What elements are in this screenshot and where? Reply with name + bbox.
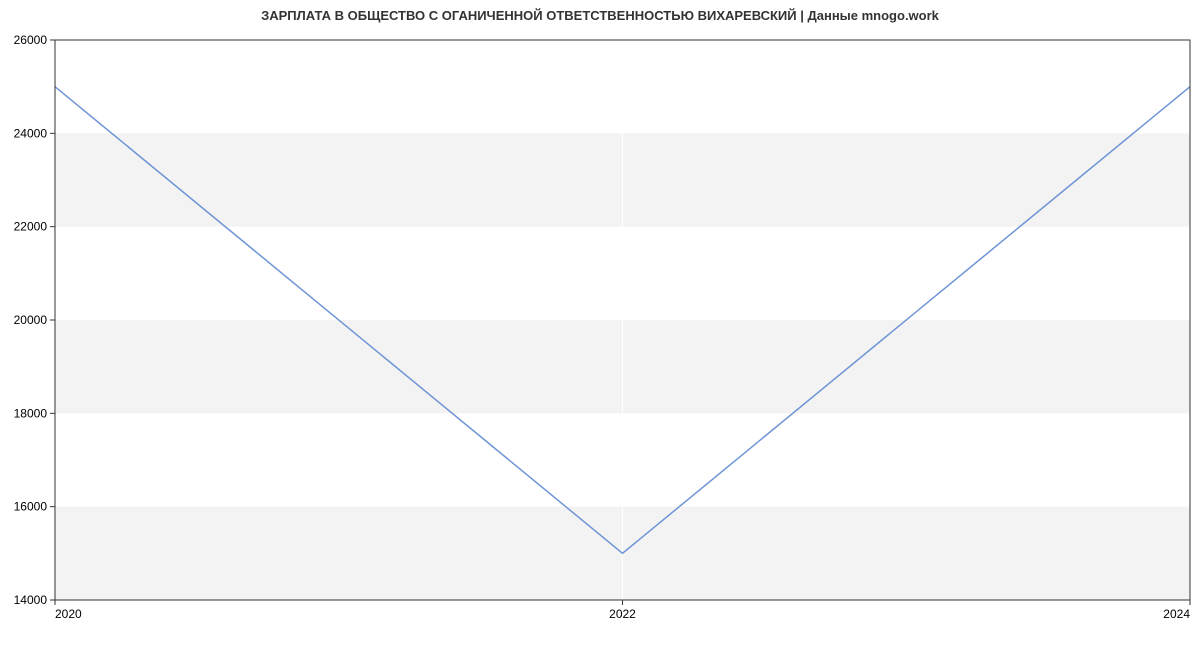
y-tick-label: 20000 — [14, 313, 48, 327]
y-tick-label: 16000 — [14, 500, 48, 514]
y-tick-label: 22000 — [14, 220, 48, 234]
y-tick-label: 26000 — [14, 33, 48, 47]
x-tick-label: 2024 — [1163, 607, 1190, 621]
chart-svg: 14000 16000 18000 20000 22000 24000 26000 2020 2… — [0, 0, 1200, 650]
y-tick-label: 18000 — [14, 406, 48, 420]
y-tick-label: 14000 — [14, 593, 48, 607]
x-tick-label: 2020 — [55, 607, 82, 621]
x-tick-label: 2022 — [609, 607, 636, 621]
y-tick-label: 24000 — [14, 126, 48, 140]
chart-container: ЗАРПЛАТА В ОБЩЕСТВО С ОГАНИЧЕННОЙ ОТВЕТС… — [0, 0, 1200, 650]
chart-title: ЗАРПЛАТА В ОБЩЕСТВО С ОГАНИЧЕННОЙ ОТВЕТС… — [0, 8, 1200, 23]
